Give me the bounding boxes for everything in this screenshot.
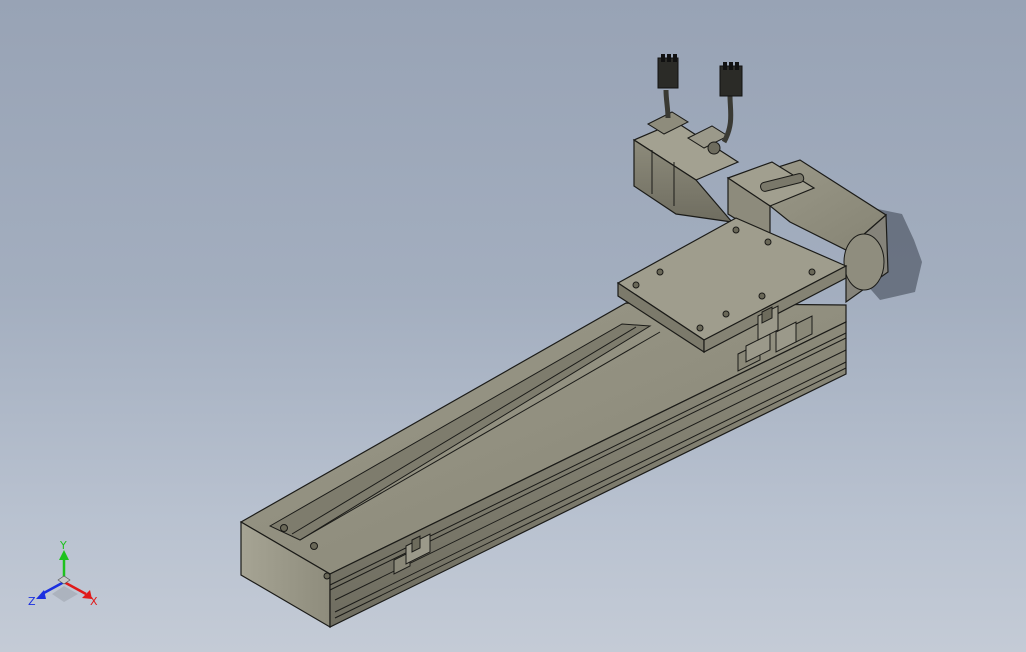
z-axis-label: Z: [28, 595, 36, 608]
power-cable: [663, 89, 671, 119]
pulley-cover: [843, 233, 885, 291]
triad-origin: [57, 575, 71, 585]
y-axis-label: Y: [59, 539, 67, 552]
linear-actuator-model[interactable]: [0, 0, 1026, 652]
graphics-viewport[interactable]: Y X Z: [0, 0, 1026, 652]
encoder-cable: [721, 95, 734, 144]
power-connector[interactable]: [657, 54, 679, 89]
x-axis-label: X: [90, 595, 98, 608]
orientation-triad[interactable]: Y X Z: [22, 536, 112, 616]
encoder-connector[interactable]: [719, 62, 743, 97]
